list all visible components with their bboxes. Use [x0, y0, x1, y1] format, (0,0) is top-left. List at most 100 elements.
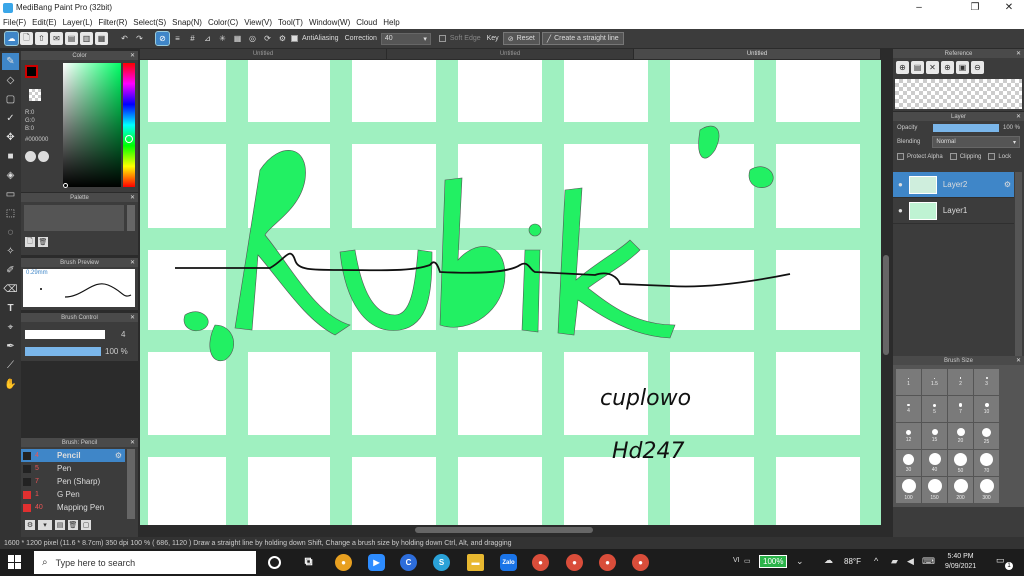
magic-wand-icon[interactable]: ✧	[2, 243, 19, 260]
close-icon[interactable]: ✕	[130, 439, 135, 446]
brush-copy-icon[interactable]: ▤	[55, 520, 65, 530]
close-icon[interactable]: ✕	[1016, 50, 1021, 57]
brush-size-cell[interactable]: 25	[974, 423, 999, 449]
eye-icon[interactable]: ●	[898, 206, 903, 215]
settings-icon[interactable]: ⚙	[276, 32, 289, 45]
menu-layer[interactable]: Layer(L)	[63, 18, 93, 27]
layer-item-layer1[interactable]: ● Layer1	[893, 198, 1014, 224]
keyboard-icon[interactable]: ▭	[744, 557, 751, 565]
grid-snap-icon[interactable]: #	[186, 32, 199, 45]
perspective-snap-icon[interactable]: ⊿	[201, 32, 214, 45]
delete-color-icon[interactable]: 🗑	[38, 237, 48, 247]
brush-size-cell[interactable]: 12	[896, 423, 921, 449]
chrome-profile-3-icon[interactable]: ●	[599, 554, 616, 571]
menu-snap[interactable]: Snap(N)	[172, 18, 202, 27]
tab-untitled-3[interactable]: Untitled	[634, 49, 881, 59]
close-icon[interactable]: ✕	[1016, 113, 1021, 120]
primary-color-swatch[interactable]	[25, 65, 38, 78]
cloud-icon[interactable]: ☁	[4, 31, 19, 46]
dot-tool-icon[interactable]: ✓	[2, 110, 19, 127]
bucket-tool-icon[interactable]: ◈	[2, 167, 19, 184]
zoom-in-icon[interactable]: ⊕	[941, 61, 954, 74]
correction-select[interactable]: 40 ▾	[380, 32, 431, 45]
text-tool-icon[interactable]: T	[2, 300, 19, 317]
brush-tool-icon[interactable]: ✎	[2, 53, 19, 70]
undo-icon[interactable]: ↶	[118, 32, 131, 45]
color-wheel-icon[interactable]: ◉	[25, 151, 36, 162]
fit-icon[interactable]: ▣	[956, 61, 969, 74]
soft-edge-checkbox[interactable]	[438, 35, 446, 42]
add-color-icon[interactable]: 🗋	[25, 237, 35, 247]
weather-temp[interactable]: 88°F	[844, 557, 861, 566]
divide-tool-icon[interactable]: ⌖	[2, 319, 19, 336]
brush-item-mapping-pen[interactable]: 40 Mapping Pen	[21, 501, 125, 514]
menu-cloud[interactable]: Cloud	[356, 18, 377, 27]
brush-size-cell[interactable]: 300	[974, 477, 999, 503]
chrome-profile-2-icon[interactable]: ●	[566, 554, 583, 571]
chrome-taskbar-icon[interactable]: ●	[335, 554, 352, 571]
blur-tool-icon[interactable]: ✒	[2, 338, 19, 355]
parallel-snap-icon[interactable]: ≡	[171, 32, 184, 45]
brush-size-cell[interactable]: 10	[974, 396, 999, 422]
layer-scrollbar[interactable]	[1015, 172, 1022, 377]
menu-view[interactable]: View(V)	[244, 18, 272, 27]
brush-size-cell[interactable]: 100	[896, 477, 921, 503]
menu-help[interactable]: Help	[383, 18, 399, 27]
select-pen-icon[interactable]: ✐	[2, 262, 19, 279]
brush-size-cell[interactable]: 2	[948, 369, 973, 395]
task-view-icon[interactable]: ⧉	[300, 554, 317, 571]
drawing-canvas[interactable]: cuplowo Hd247	[140, 60, 881, 525]
zoom-out-icon[interactable]: ⊖	[971, 61, 984, 74]
chrome-profile-1-icon[interactable]: ●	[532, 554, 549, 571]
secondary-color-swatch[interactable]	[29, 89, 41, 101]
gear-icon[interactable]: ⚙	[115, 451, 125, 460]
reference-pin-icon[interactable]: ⊕	[896, 61, 909, 74]
eyedropper-icon[interactable]: ⟋	[2, 357, 19, 374]
brush-size-cell[interactable]: 7	[948, 396, 973, 422]
cortana-icon[interactable]	[268, 556, 281, 569]
brush-size-cell[interactable]: 4	[896, 396, 921, 422]
maximize-button[interactable]: ❐	[960, 0, 990, 15]
color-saturation-box[interactable]	[63, 63, 121, 187]
chevron-icon[interactable]: ⌄	[796, 556, 804, 567]
vscroll-thumb[interactable]	[883, 255, 889, 355]
chrome-profile-4-icon[interactable]: ●	[632, 554, 649, 571]
add-brush-icon[interactable]: ▾	[38, 520, 52, 530]
antialiasing-checkbox[interactable]	[291, 35, 298, 42]
canvas-horizontal-scrollbar[interactable]	[140, 525, 881, 535]
blending-select[interactable]: Normal ▾	[932, 136, 1020, 148]
color-picker-icon[interactable]: ◉	[38, 151, 49, 162]
menu-tool[interactable]: Tool(T)	[278, 18, 303, 27]
weather-icon[interactable]: ☁	[824, 555, 833, 566]
brush-folder-icon[interactable]: ▢	[81, 520, 91, 530]
comment-icon[interactable]: ✉	[50, 32, 63, 45]
create-straight-line-button[interactable]: ╱ Create a straight line	[541, 32, 624, 45]
brush-list-scrollbar[interactable]	[127, 449, 135, 519]
menu-color[interactable]: Color(C)	[208, 18, 238, 27]
close-icon[interactable]: ✕	[130, 194, 135, 201]
hue-slider[interactable]	[123, 63, 135, 187]
battery-badge[interactable]: 100%	[759, 555, 788, 568]
brush-size-slider[interactable]	[25, 330, 105, 339]
brush-size-cell[interactable]: 20	[948, 423, 973, 449]
brush-size-cell[interactable]: 30	[896, 450, 921, 476]
layer-opacity-slider[interactable]	[933, 124, 999, 132]
reset-button[interactable]: ⊘ Reset	[502, 32, 540, 45]
share-icon[interactable]: ⇧	[35, 32, 48, 45]
hand-tool-icon[interactable]: ✋	[2, 376, 19, 393]
windows-start-icon[interactable]	[8, 555, 22, 569]
brush-size-cell[interactable]: 5	[922, 396, 947, 422]
circle-snap-icon[interactable]: ◎	[246, 32, 259, 45]
canvas-vertical-scrollbar[interactable]	[881, 60, 891, 525]
menu-window[interactable]: Window(W)	[309, 18, 350, 27]
brush-size-cell[interactable]: 150	[922, 477, 947, 503]
eye-icon[interactable]: ●	[898, 180, 903, 189]
brush-size-cell[interactable]: 70	[974, 450, 999, 476]
tab-untitled-2[interactable]: Untitled	[387, 49, 634, 59]
file-explorer-icon[interactable]: ▬	[467, 554, 484, 571]
fill-shape-icon[interactable]: ■	[2, 148, 19, 165]
brush-size-cell[interactable]: 40	[922, 450, 947, 476]
radial-snap-icon[interactable]: ✳	[216, 32, 229, 45]
volume-icon[interactable]: ◀	[907, 556, 914, 567]
brush-item-pen[interactable]: 5 Pen	[21, 462, 125, 475]
